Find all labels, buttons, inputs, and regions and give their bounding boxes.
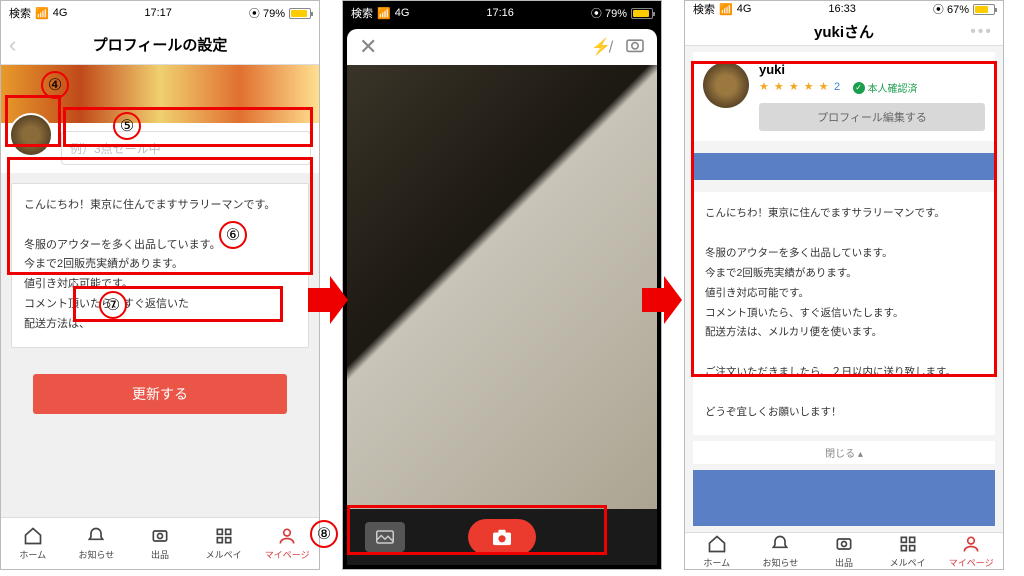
banner-image <box>1 65 319 123</box>
flash-icon[interactable]: ⚡̸ <box>591 37 611 58</box>
nav-pay[interactable]: メルペイ <box>876 533 940 569</box>
battery-icon <box>973 4 995 15</box>
page-title: yukiさん <box>814 21 874 42</box>
nav-home[interactable]: ホーム <box>685 533 749 569</box>
clock: 16:33 <box>828 3 856 15</box>
close-icon[interactable]: ✕ <box>359 34 377 60</box>
status-bar: 検索 📶 4G 17:17 ⦿ 79% <box>1 1 319 25</box>
page-title: プロフィールの設定 <box>93 34 228 55</box>
nav-pay[interactable]: メルペイ <box>192 518 256 569</box>
nav-list[interactable]: 出品 <box>812 533 876 569</box>
nav-notify[interactable]: お知らせ <box>749 533 813 569</box>
nav-notify[interactable]: お知らせ <box>65 518 129 569</box>
nickname-input[interactable]: 例）3点セール中 <box>61 131 311 165</box>
blue-placeholder-top <box>693 153 995 180</box>
clock: 17:16 <box>486 7 514 19</box>
bottom-nav: ホーム お知らせ 出品 メルペイ マイページ <box>1 517 319 569</box>
nav-list[interactable]: 出品 <box>128 518 192 569</box>
phone-profile-view: 検索 📶 4G 16:33 ⦿ 67% yukiさん ••• yuki ★ ★ … <box>684 0 1004 570</box>
battery-pct: ⦿ 79% <box>249 5 285 21</box>
carrier: 検索 <box>9 5 31 21</box>
camera-bottombar <box>347 509 657 565</box>
edit-profile-button[interactable]: プロフィール編集する <box>759 103 985 131</box>
profile-card: yuki ★ ★ ★ ★ ★ 2 ✓本人確認済 プロフィール編集する <box>693 52 995 141</box>
back-icon[interactable]: ‹ <box>9 32 16 58</box>
avatar-input-row: 例）3点セール中 <box>1 123 319 173</box>
battery-icon <box>289 8 311 19</box>
rating-stars: ★ ★ ★ ★ ★ <box>759 81 830 93</box>
switch-camera-icon[interactable] <box>625 37 645 58</box>
clock: 17:17 <box>144 7 172 19</box>
blue-placeholder-bottom <box>693 470 995 526</box>
rating-count[interactable]: 2 <box>834 81 840 93</box>
update-button[interactable]: 更新する <box>33 374 287 414</box>
gallery-button[interactable] <box>365 522 405 552</box>
status-bar: 検索 📶 4G 17:16 ⦿ 79% <box>343 1 661 25</box>
avatar[interactable] <box>9 113 53 157</box>
phone-profile-edit: 検索 📶 4G 17:17 ⦿ 79% ‹ プロフィールの設定 例）3点セール中… <box>0 0 320 570</box>
header: ‹ プロフィールの設定 <box>1 25 319 65</box>
signal-icon: 📶 <box>719 3 733 16</box>
shutter-button[interactable] <box>468 519 536 555</box>
viewfinder[interactable] <box>347 65 657 509</box>
status-bar: 検索 📶 4G 16:33 ⦿ 67% <box>685 1 1003 18</box>
camera-topbar: ✕ ⚡̸ <box>347 29 657 65</box>
avatar[interactable] <box>703 62 749 108</box>
more-icon[interactable]: ••• <box>970 23 993 41</box>
bottom-nav: ホーム お知らせ 出品 メルペイ マイページ <box>685 532 1003 569</box>
nav-mypage[interactable]: マイページ <box>939 533 1003 569</box>
signal-icon: 📶 <box>377 7 391 20</box>
verified-badge: ✓本人確認済 <box>853 80 918 95</box>
bio-textarea[interactable]: こんにちわ！東京に住んでますサラリーマンです。 冬服のアウターを多く出品していま… <box>11 183 309 348</box>
battery-icon <box>631 8 653 19</box>
phone-camera: 検索 📶 4G 17:16 ⦿ 79% ✕ ⚡̸ <box>342 0 662 570</box>
user-name: yuki <box>759 62 985 77</box>
bio-text: こんにちわ！東京に住んでますサラリーマンです。 冬服のアウターを多く出品していま… <box>693 192 995 435</box>
header: yukiさん ••• <box>685 18 1003 46</box>
collapse-button[interactable]: 閉じる ▴ <box>693 441 995 464</box>
signal-icon: 📶 <box>35 7 49 20</box>
nav-mypage[interactable]: マイページ <box>255 518 319 569</box>
nav-home[interactable]: ホーム <box>1 518 65 569</box>
